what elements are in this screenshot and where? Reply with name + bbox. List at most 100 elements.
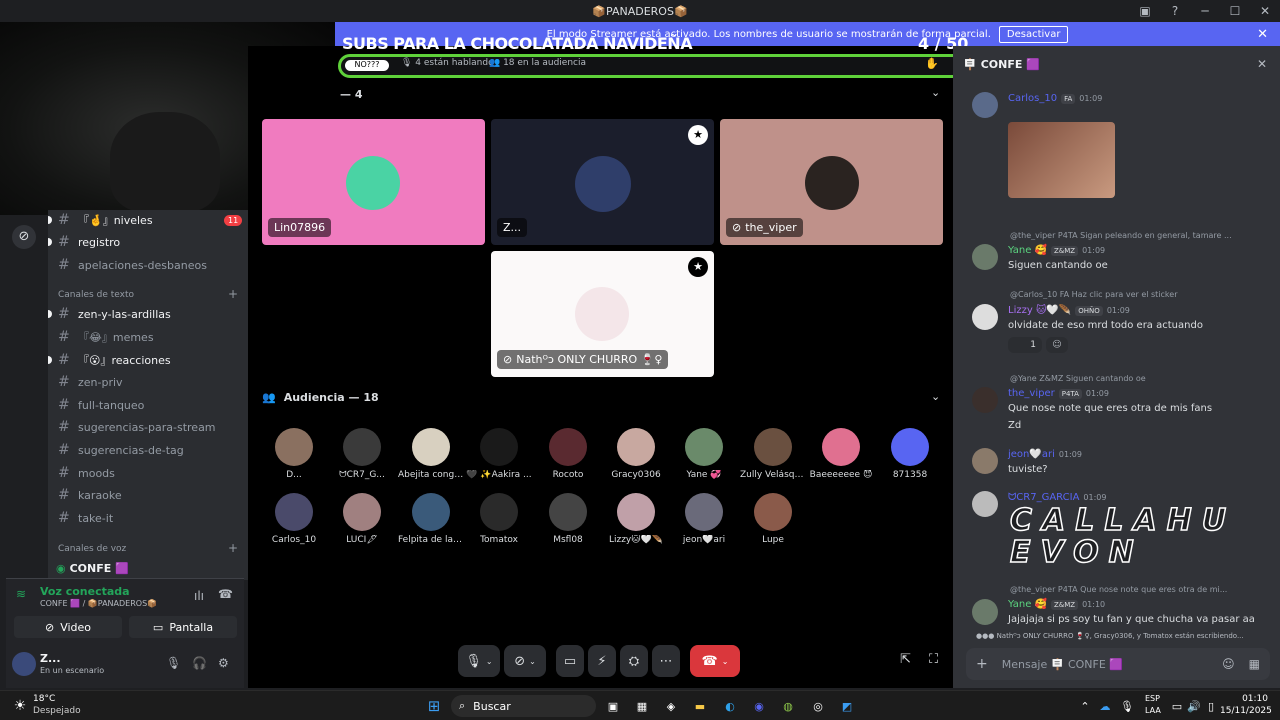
speaker-tile-viper[interactable]: ⊘ the_viper xyxy=(720,119,943,245)
audience-member[interactable]: Tomatox xyxy=(466,493,532,545)
category-voice-channels[interactable]: Canales de voz xyxy=(58,544,126,554)
screen-share-button[interactable]: ▭ Pantalla xyxy=(129,616,237,638)
close-icon[interactable]: ✕ xyxy=(1257,27,1268,42)
reply-preview[interactable]: @Carlos_10 FA Haz clic para ver el stick… xyxy=(1010,290,1255,299)
invite-button[interactable]: ⛭ xyxy=(620,645,648,677)
disconnect-icon[interactable]: ☎ xyxy=(218,587,233,601)
store-icon[interactable]: ▦ xyxy=(632,695,652,717)
channel-niveles[interactable]: # 『🤞』niveles 11 xyxy=(48,210,243,230)
deactivate-button[interactable]: Desactivar xyxy=(998,25,1069,43)
avatar[interactable] xyxy=(972,304,998,330)
reaction-pill[interactable]: 1 xyxy=(1008,337,1042,353)
channel-karaoke[interactable]: # karaoke xyxy=(58,485,122,505)
message-author[interactable]: the_viper P4TA 01:09 xyxy=(1008,388,1109,399)
help-icon[interactable]: ? xyxy=(1160,4,1190,18)
add-channel-icon[interactable]: + xyxy=(228,287,238,301)
reply-preview[interactable]: @the_viper P4TA Que nose note que eres o… xyxy=(1010,585,1255,594)
weather-icon[interactable]: ☀ xyxy=(10,695,30,717)
close-chat-icon[interactable]: ✕ xyxy=(1257,57,1267,71)
audience-member[interactable]: Yane 💞 xyxy=(671,428,737,480)
audience-member[interactable]: Carlos_10 xyxy=(261,493,327,545)
copilot-icon[interactable]: ◈ xyxy=(661,695,681,717)
category-text-channels[interactable]: Canales de texto xyxy=(58,290,134,300)
audience-member[interactable]: Zully Velásquez xyxy=(740,428,806,480)
cloud-icon[interactable]: ☁ xyxy=(1098,695,1112,717)
headphones-icon[interactable]: 🎧 xyxy=(192,656,207,670)
noise-suppression-icon[interactable]: ılı xyxy=(194,589,204,603)
message-image[interactable] xyxy=(1008,122,1115,198)
avatar[interactable] xyxy=(972,491,998,517)
audience-member[interactable]: Lizzy🐱🤍🪶 xyxy=(603,493,669,545)
voice-channel-confe[interactable]: ◉ CONFE 🟪 xyxy=(56,559,244,577)
collapse-speakers-chevron-icon[interactable]: ⌄ xyxy=(931,86,940,99)
channel-registro[interactable]: # registro xyxy=(47,232,120,252)
add-reaction-icon[interactable]: ☺ xyxy=(1046,337,1068,353)
volume-icon[interactable]: 🔊 xyxy=(1187,695,1201,717)
more-options-button[interactable]: ⋯ xyxy=(652,645,680,677)
taskbar-search[interactable]: ⌕ Buscar xyxy=(451,695,596,717)
message-input[interactable]: + Mensaje 🪧 CONFE 🟪 ☺ ▦ xyxy=(966,648,1270,680)
audience-member[interactable]: Lupe xyxy=(740,493,806,545)
avatar[interactable] xyxy=(972,448,998,474)
apps-icon[interactable]: ▦ xyxy=(1249,657,1260,671)
task-view-icon[interactable]: ▣ xyxy=(603,695,623,717)
language[interactable]: ESP xyxy=(1145,694,1160,703)
app-icon[interactable]: ◩ xyxy=(837,695,857,717)
channel-sugerencias-tag[interactable]: # sugerencias-de-tag xyxy=(58,440,184,460)
clock-time[interactable]: 01:10 xyxy=(1234,694,1268,704)
audience-member[interactable]: Baeeeeeee 😈 xyxy=(808,428,874,480)
speaker-tile-nath[interactable]: ★ ⊘ Nathᴼᴐ ONLY CHURRO 🍷♀ xyxy=(491,251,714,377)
avatar[interactable] xyxy=(972,92,998,118)
reply-preview[interactable]: @the_viper P4TA Sigan peleando en genera… xyxy=(1010,231,1255,240)
channel-zen[interactable]: # zen-y-las-ardillas xyxy=(48,304,171,324)
camera-button[interactable]: ⊘ ⌄ xyxy=(504,645,546,677)
channel-memes[interactable]: # 『😂』memes xyxy=(58,327,154,347)
audience-member[interactable]: Rocoto xyxy=(535,428,601,480)
leave-stage-button[interactable]: ☎ ⌄ xyxy=(690,645,740,677)
audience-member[interactable]: Msfl08 xyxy=(535,493,601,545)
avatar[interactable] xyxy=(972,244,998,270)
audience-member[interactable]: Felpita de la ... xyxy=(398,493,464,545)
message-author[interactable]: Lizzy 🐱🤍🪶 OHÑO 01:09 xyxy=(1008,305,1130,316)
display-icon[interactable]: ▭ xyxy=(1170,695,1184,717)
audience-member[interactable]: Gracy0306 xyxy=(603,428,669,480)
channel-take-it[interactable]: # take-it xyxy=(58,508,113,528)
battery-icon[interactable]: ▯ xyxy=(1204,695,1218,717)
maximize-button[interactable]: ☐ xyxy=(1220,4,1250,18)
keyboard-layout[interactable]: LAA xyxy=(1145,706,1161,715)
microphone-icon[interactable]: 🎙 xyxy=(166,656,181,670)
mic-tray-icon[interactable]: 🎙 xyxy=(1120,695,1134,717)
app-icon[interactable]: ◎ xyxy=(808,695,828,717)
speaker-tile-z[interactable]: ★ Z... xyxy=(491,119,714,245)
audience-member[interactable]: 871358 xyxy=(877,428,943,480)
screen-share-button[interactable]: ▭ xyxy=(556,645,584,677)
clock-date[interactable]: 15/11/2025 xyxy=(1220,706,1272,716)
close-button[interactable]: ✕ xyxy=(1250,4,1280,18)
microphone-button[interactable]: 🎙 ⌄ xyxy=(458,645,500,677)
channel-moods[interactable]: # moods xyxy=(58,463,115,483)
message-author[interactable]: jeon🤍ari 01:09 xyxy=(1008,449,1082,460)
channel-zen-priv[interactable]: # zen-priv xyxy=(58,372,123,392)
avatar[interactable] xyxy=(972,599,998,625)
file-explorer-icon[interactable]: ▬ xyxy=(690,695,710,717)
channel-sugerencias-stream[interactable]: # sugerencias-para-stream xyxy=(58,417,216,437)
explore-icon[interactable]: ⊘ xyxy=(12,225,36,249)
popout-icon[interactable]: ⇱ xyxy=(900,652,911,667)
fullscreen-icon[interactable]: ⛶ xyxy=(929,652,938,667)
settings-gear-icon[interactable]: ⚙ xyxy=(218,656,229,670)
inbox-icon[interactable]: ▣ xyxy=(1130,4,1160,18)
avatar[interactable] xyxy=(972,387,998,413)
message-author[interactable]: Yane 🥰 Z&MZ 01:10 xyxy=(1008,599,1105,610)
add-attachment-icon[interactable]: + xyxy=(976,656,988,672)
audience-member[interactable]: Abejita conge... xyxy=(398,428,464,480)
reply-preview[interactable]: @Yane Z&MZ Siguen cantando oe xyxy=(1010,374,1255,383)
emoji-icon[interactable]: ☺ xyxy=(1222,657,1235,671)
channel-full-tanqueo[interactable]: # full-tanqueo xyxy=(58,395,144,415)
edge-icon[interactable]: ◐ xyxy=(720,695,740,717)
windows-start-icon[interactable]: ⊞ xyxy=(423,695,445,717)
video-button[interactable]: ⊘ Video xyxy=(14,616,122,638)
avatar[interactable] xyxy=(12,652,36,676)
channel-apelaciones[interactable]: # apelaciones-desbaneos xyxy=(58,255,207,275)
add-voice-channel-icon[interactable]: + xyxy=(228,541,238,555)
raise-hand-icon[interactable]: ✋ xyxy=(925,57,939,70)
